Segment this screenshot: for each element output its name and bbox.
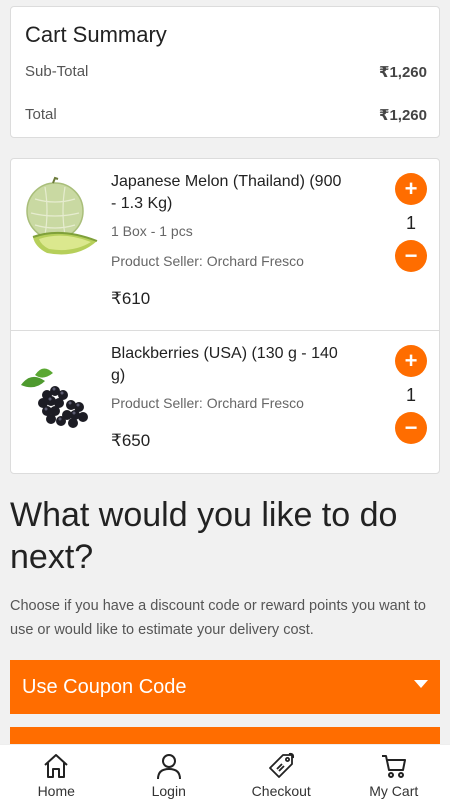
cart-icon (381, 755, 406, 778)
nav-home[interactable]: Home (0, 745, 113, 800)
nav-checkout[interactable]: Checkout (225, 745, 338, 800)
plus-icon: + (404, 348, 418, 373)
cart-summary-title: Cart Summary (25, 22, 167, 47)
product-price: ₹650 (111, 431, 151, 450)
melon-image[interactable] (17, 175, 101, 259)
home-icon (44, 754, 68, 778)
nav-home-label: Home (37, 783, 75, 799)
plus-icon: + (404, 176, 418, 201)
total-label: Total (25, 106, 57, 123)
decrease-quantity-button[interactable]: − (395, 412, 427, 444)
increase-quantity-button[interactable]: + (395, 345, 427, 377)
subtotal-row: Sub-Total ₹1,260 (25, 63, 427, 81)
minus-icon: − (404, 243, 418, 268)
nav-cart-label: My Cart (369, 783, 419, 799)
minus-icon: − (404, 415, 418, 440)
total-value: ₹1,260 (379, 107, 427, 124)
nav-cart[interactable]: My Cart (338, 745, 450, 800)
nav-checkout-label: Checkout (251, 783, 311, 799)
product-name[interactable]: Blackberries (USA) (130 g - 140 g) (111, 343, 346, 387)
decrease-quantity-button[interactable]: − (395, 240, 427, 272)
user-icon (156, 754, 181, 780)
product-pack: 1 Box - 1 pcs (111, 223, 193, 239)
nav-login[interactable]: Login (113, 745, 226, 800)
subtotal-label: Sub-Total (25, 63, 89, 80)
quantity-stepper: + 1 − (395, 345, 427, 444)
cart-products-card: Japanese Melon (Thailand) (900 - 1.3 Kg)… (10, 158, 440, 474)
cart-item: Japanese Melon (Thailand) (900 - 1.3 Kg)… (11, 159, 439, 331)
product-name[interactable]: Japanese Melon (Thailand) (900 - 1.3 Kg) (111, 171, 346, 215)
use-coupon-code-accordion[interactable]: Use Coupon Code (10, 660, 440, 714)
increase-quantity-button[interactable]: + (395, 173, 427, 205)
subtotal-value: ₹1,260 (379, 64, 427, 81)
product-seller: Product Seller: Orchard Fresco (111, 253, 304, 269)
quantity-value: 1 (405, 213, 416, 233)
total-row: Total ₹1,260 (25, 106, 427, 124)
quantity-stepper: + 1 − (395, 173, 427, 272)
bottom-navigation: Home Login Checkout My Cart (0, 744, 450, 800)
product-price: ₹610 (111, 289, 151, 308)
caret-down-icon (414, 680, 428, 688)
next-steps-heading: What would you like to do next? (10, 496, 398, 576)
next-steps-description: Choose if you have a discount code or re… (10, 598, 426, 638)
price-tag-icon (269, 752, 295, 778)
cart-item: Blackberries (USA) (130 g - 140 g) Produ… (11, 331, 439, 474)
use-coupon-code-label: Use Coupon Code (22, 675, 187, 698)
nav-login-label: Login (151, 783, 186, 799)
blackberries-image[interactable] (17, 355, 101, 439)
quantity-value: 1 (405, 385, 416, 405)
product-seller: Product Seller: Orchard Fresco (111, 395, 304, 411)
cart-summary-card: Cart Summary Sub-Total ₹1,260 Total ₹1,2… (10, 6, 440, 138)
